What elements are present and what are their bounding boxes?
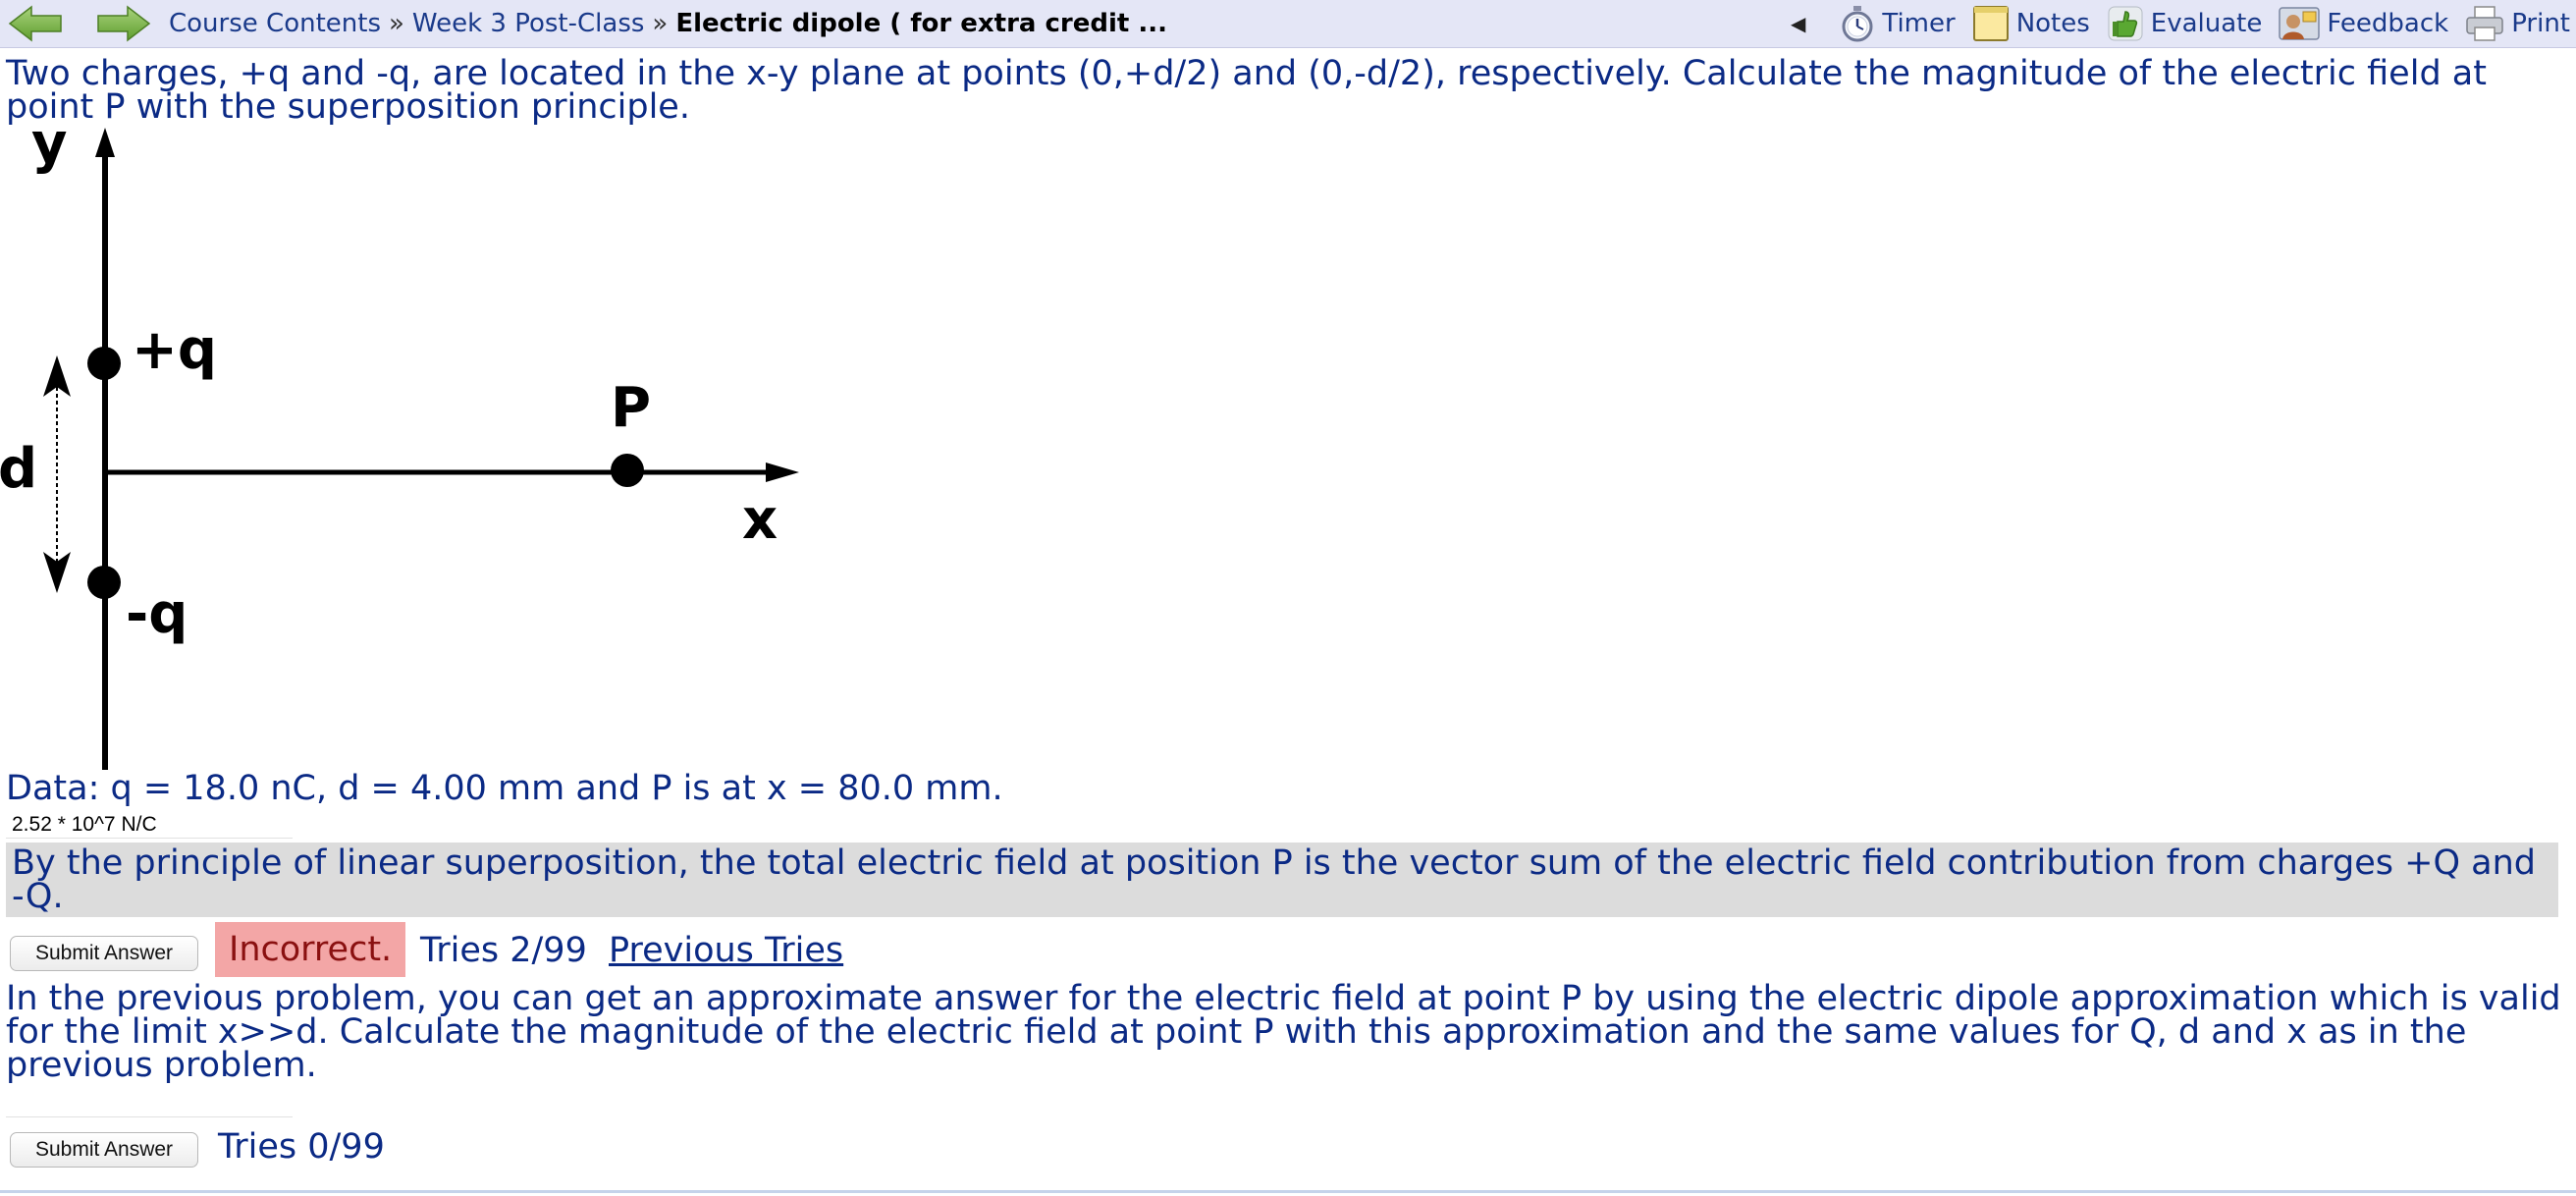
problem-2-answer-input[interactable]	[6, 1086, 293, 1117]
problem-2-submit-button[interactable]: Submit Answer	[10, 1132, 198, 1168]
y-axis-label: y	[31, 120, 68, 176]
breadcrumb: Course Contents» Week 3 Post-Class» Electr…	[169, 9, 1167, 38]
x-axis-label: x	[742, 488, 778, 552]
problem-2-tries: Tries 0/99	[218, 1127, 385, 1167]
problem-1-answer-input[interactable]	[6, 811, 293, 839]
x-axis-arrowhead	[766, 462, 799, 482]
top-nav-bar: Course Contents» Week 3 Post-Class» Electr…	[0, 0, 2576, 48]
problem-1-question: Two charges, +q and -q, are located in t…	[6, 54, 2487, 127]
feedback-label: Feedback	[2327, 9, 2449, 38]
point-p-label: P	[611, 376, 651, 440]
problem-2-question: In the previous problem, you can get an …	[6, 979, 2561, 1085]
separation-arrow-down	[43, 552, 71, 593]
negative-charge	[87, 566, 121, 599]
negative-charge-label: -q	[126, 582, 188, 646]
evaluate-label: Evaluate	[2150, 9, 2263, 38]
feedback-button[interactable]: Feedback	[2278, 4, 2448, 43]
print-button[interactable]: Print	[2464, 4, 2570, 43]
problem-1-hint: By the principle of linear superposition…	[6, 843, 2558, 917]
evaluate-button[interactable]: Evaluate	[2106, 4, 2263, 43]
breadcrumb-week-3[interactable]: Week 3 Post-Class	[412, 9, 645, 38]
dipole-diagram: y x +q -q d P	[0, 120, 799, 770]
breadcrumb-course-contents[interactable]: Course Contents	[169, 9, 381, 38]
notes-button[interactable]: Notes	[1971, 4, 2090, 43]
collapse-toolbar-icon[interactable]: ◀	[1791, 12, 1805, 35]
feedback-icon	[2279, 7, 2321, 40]
problem-1-tries: Tries 2/99	[420, 931, 587, 970]
notepad-icon	[1972, 6, 2009, 41]
timer-button[interactable]: Timer	[1839, 4, 1956, 43]
bottom-divider	[0, 1190, 2576, 1193]
problem-1-submit-button[interactable]: Submit Answer	[10, 936, 198, 971]
printer-icon	[2466, 6, 2503, 41]
positive-charge-label: +q	[132, 318, 217, 382]
timer-label: Timer	[1882, 9, 1956, 38]
breadcrumb-current-page: Electric dipole ( for extra credit ...	[675, 9, 1168, 38]
thumbs-up-icon	[2108, 6, 2143, 41]
tool-bar: ◀ Timer Notes Evaluate Feedback Print	[1791, 0, 2570, 47]
notes-label: Notes	[2015, 9, 2090, 38]
print-label: Print	[2511, 9, 2570, 38]
breadcrumb-separator: »	[652, 9, 669, 38]
y-axis-arrowhead	[95, 128, 115, 157]
positive-charge	[87, 347, 121, 380]
stopwatch-icon	[1842, 6, 1873, 42]
problem-1-status-badge: Incorrect.	[215, 922, 406, 977]
back-arrow-icon[interactable]	[6, 4, 65, 43]
point-p	[611, 454, 644, 487]
problem-1-data: Data: q = 18.0 nC, d = 4.00 mm and P is …	[6, 769, 1003, 808]
breadcrumb-separator: »	[389, 9, 404, 38]
previous-tries-link[interactable]: Previous Tries	[609, 931, 843, 970]
forward-arrow-icon[interactable]	[94, 4, 153, 43]
separation-label: d	[0, 437, 37, 501]
